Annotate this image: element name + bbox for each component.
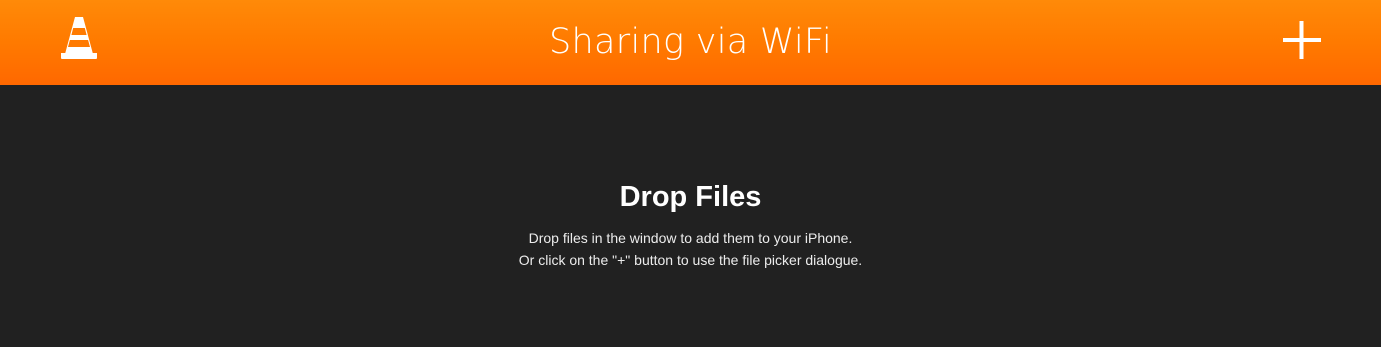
top-bar: Sharing via WiFi bbox=[0, 0, 1381, 85]
page-title: Sharing via WiFi bbox=[549, 22, 832, 62]
add-file-button[interactable] bbox=[1279, 17, 1325, 63]
picker-instruction-line: Or click on the "+" button to use the fi… bbox=[518, 252, 863, 268]
drop-files-heading: Drop Files bbox=[619, 181, 762, 213]
drop-instruction-line: Drop files in the window to add them to … bbox=[528, 230, 853, 246]
drop-zone[interactable]: Drop Files Drop files in the window to a… bbox=[0, 85, 1381, 347]
